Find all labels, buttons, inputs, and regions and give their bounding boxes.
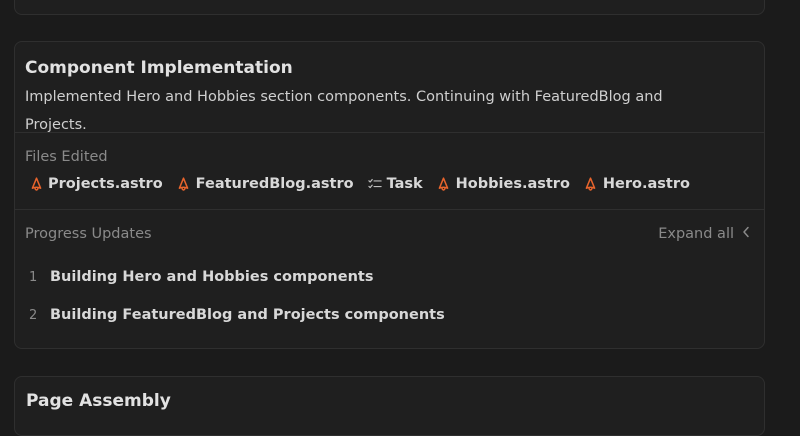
file-chip-task[interactable]: Task: [367, 176, 423, 192]
file-list: Projects.astro FeaturedBlog.astro Task H…: [25, 176, 754, 192]
step-text: Building Hero and Hobbies components: [50, 269, 374, 285]
section-card-page-assembly: Page Assembly: [14, 376, 765, 436]
astro-icon: [29, 176, 43, 192]
file-chip-hero[interactable]: Hero.astro: [584, 176, 690, 192]
file-name: Hobbies.astro: [455, 176, 570, 192]
file-name: Projects.astro: [48, 176, 163, 192]
astro-icon: [437, 176, 451, 192]
files-edited-panel: Files Edited Projects.astro FeaturedBlog…: [15, 133, 764, 210]
expand-all-label: Expand all: [658, 226, 734, 242]
progress-header: Progress Updates Expand all: [25, 224, 754, 244]
section-title: Component Implementation: [25, 58, 293, 78]
astro-icon: [584, 176, 598, 192]
checklist-icon: [367, 176, 382, 192]
progress-updates-label: Progress Updates: [25, 226, 152, 242]
files-edited-label: Files Edited: [25, 149, 108, 165]
file-chip-projects[interactable]: Projects.astro: [29, 176, 163, 192]
progress-steps: 1 Building Hero and Hobbies components 2…: [25, 258, 754, 334]
file-name: Task: [386, 176, 423, 192]
section-header: Component Implementation Implemented Her…: [15, 42, 764, 133]
file-name: FeaturedBlog.astro: [195, 176, 354, 192]
expand-all-button[interactable]: Expand all: [658, 226, 754, 242]
astro-icon: [177, 176, 191, 192]
progress-updates-panel: Progress Updates Expand all 1 Building H…: [15, 210, 764, 334]
file-chip-featuredblog[interactable]: FeaturedBlog.astro: [177, 176, 354, 192]
previous-section-card: [14, 0, 765, 15]
section-card-component-implementation: Component Implementation Implemented Her…: [14, 41, 765, 349]
file-chip-hobbies[interactable]: Hobbies.astro: [437, 176, 570, 192]
step-text: Building FeaturedBlog and Projects compo…: [50, 307, 445, 323]
step-number: 2: [29, 307, 38, 323]
step-number: 1: [29, 269, 38, 285]
file-name: Hero.astro: [602, 176, 690, 192]
chevron-left-icon: [742, 226, 750, 242]
section-description: Implemented Hero and Hobbies section com…: [25, 89, 663, 133]
progress-step[interactable]: 1 Building Hero and Hobbies components: [25, 258, 754, 296]
progress-step[interactable]: 2 Building FeaturedBlog and Projects com…: [25, 296, 754, 334]
next-section-title: Page Assembly: [26, 391, 171, 411]
